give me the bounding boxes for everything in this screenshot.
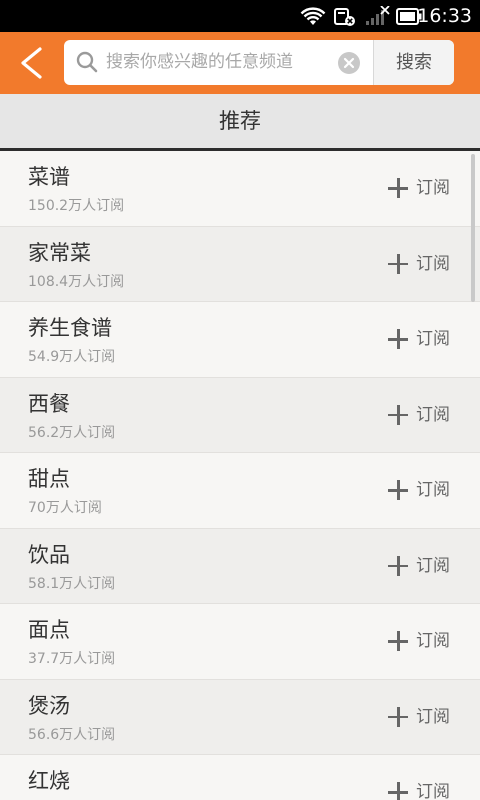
channel-name: 饮品 xyxy=(28,542,70,567)
plus-icon xyxy=(388,631,408,651)
channel-row[interactable]: 家常菜 108.4万人订阅 订阅 xyxy=(0,226,480,302)
search-icon xyxy=(76,51,98,73)
subscribe-button[interactable]: 订阅 xyxy=(388,704,450,730)
subscribe-label: 订阅 xyxy=(416,404,450,425)
channel-name: 西餐 xyxy=(28,391,70,416)
plus-icon xyxy=(388,555,408,576)
subscribe-label: 订阅 xyxy=(416,178,450,198)
back-chevron-icon[interactable] xyxy=(10,42,52,84)
notification-icon xyxy=(334,8,355,26)
search-input[interactable]: 搜索你感兴趣的任意频道 xyxy=(106,40,293,85)
plus-icon xyxy=(388,253,408,274)
plus-icon xyxy=(388,404,408,425)
channel-name: 养生食谱 xyxy=(28,316,112,340)
wifi-icon xyxy=(300,7,326,25)
subscribe-button[interactable]: 订阅 xyxy=(388,251,450,277)
channel-row[interactable]: 煲汤 56.6万人订阅 订阅 xyxy=(0,679,480,755)
search-button[interactable]: 搜索 xyxy=(374,40,454,85)
channel-subscribers: 70万人订阅 xyxy=(28,500,102,516)
channel-row[interactable]: 饮品 58.1万人订阅 订阅 xyxy=(0,528,480,604)
top-bar: 搜索你感兴趣的任意频道 搜索 xyxy=(0,32,480,94)
plus-icon xyxy=(388,329,408,349)
subscribe-label: 订阅 xyxy=(416,782,450,800)
subscribe-label: 订阅 xyxy=(416,555,450,576)
section-title: 推荐 xyxy=(0,94,480,148)
channel-name: 面点 xyxy=(28,618,70,642)
subscribe-button[interactable]: 订阅 xyxy=(388,553,450,579)
subscribe-label: 订阅 xyxy=(416,706,450,727)
status-bar: 16:33 xyxy=(0,0,480,32)
subscribe-label: 订阅 xyxy=(416,631,450,651)
search-box: 搜索你感兴趣的任意频道 搜索 xyxy=(64,40,454,85)
status-time: 16:33 xyxy=(417,5,472,27)
channel-subscribers: 56.2万人订阅 xyxy=(28,424,116,441)
subscribe-button[interactable]: 订阅 xyxy=(388,326,450,352)
channel-subscribers: 54.9万人订阅 xyxy=(28,349,116,365)
channel-row[interactable]: 菜谱 150.2万人订阅 订阅 xyxy=(0,151,480,227)
signal-icon xyxy=(366,6,390,25)
channel-row[interactable]: 红烧 订阅 xyxy=(0,755,480,800)
plus-icon xyxy=(388,178,408,198)
channel-row[interactable]: 西餐 56.2万人订阅 订阅 xyxy=(0,377,480,453)
channel-list: 菜谱 150.2万人订阅 订阅 家常菜 108.4万人订阅 订阅 养生食谱 54… xyxy=(0,151,480,800)
subscribe-label: 订阅 xyxy=(416,253,450,274)
subscribe-button[interactable]: 订阅 xyxy=(388,779,450,800)
subscribe-button[interactable]: 订阅 xyxy=(388,477,450,503)
channel-name: 红烧 xyxy=(28,769,70,793)
subscribe-label: 订阅 xyxy=(416,480,450,500)
list-scrollbar[interactable] xyxy=(471,154,475,302)
channel-subscribers: 150.2万人订阅 xyxy=(28,198,125,214)
channel-subscribers: 37.7万人订阅 xyxy=(28,651,116,667)
channel-row[interactable]: 养生食谱 54.9万人订阅 订阅 xyxy=(0,302,480,378)
plus-icon xyxy=(388,782,408,800)
channel-name: 甜点 xyxy=(28,467,70,491)
subscribe-button[interactable]: 订阅 xyxy=(388,402,450,428)
plus-icon xyxy=(388,706,408,727)
plus-icon xyxy=(388,480,408,500)
clear-icon[interactable] xyxy=(337,51,361,75)
channel-row[interactable]: 甜点 70万人订阅 订阅 xyxy=(0,453,480,529)
subscribe-label: 订阅 xyxy=(416,329,450,349)
channel-name: 家常菜 xyxy=(28,240,91,265)
channel-subscribers: 56.6万人订阅 xyxy=(28,726,116,743)
subscribe-button[interactable]: 订阅 xyxy=(388,628,450,654)
channel-subscribers: 108.4万人订阅 xyxy=(28,273,125,290)
subscribe-button[interactable]: 订阅 xyxy=(388,175,450,201)
channel-row[interactable]: 面点 37.7万人订阅 订阅 xyxy=(0,604,480,680)
channel-subscribers: 58.1万人订阅 xyxy=(28,575,116,592)
channel-name: 菜谱 xyxy=(28,165,70,189)
channel-name: 煲汤 xyxy=(28,693,70,718)
